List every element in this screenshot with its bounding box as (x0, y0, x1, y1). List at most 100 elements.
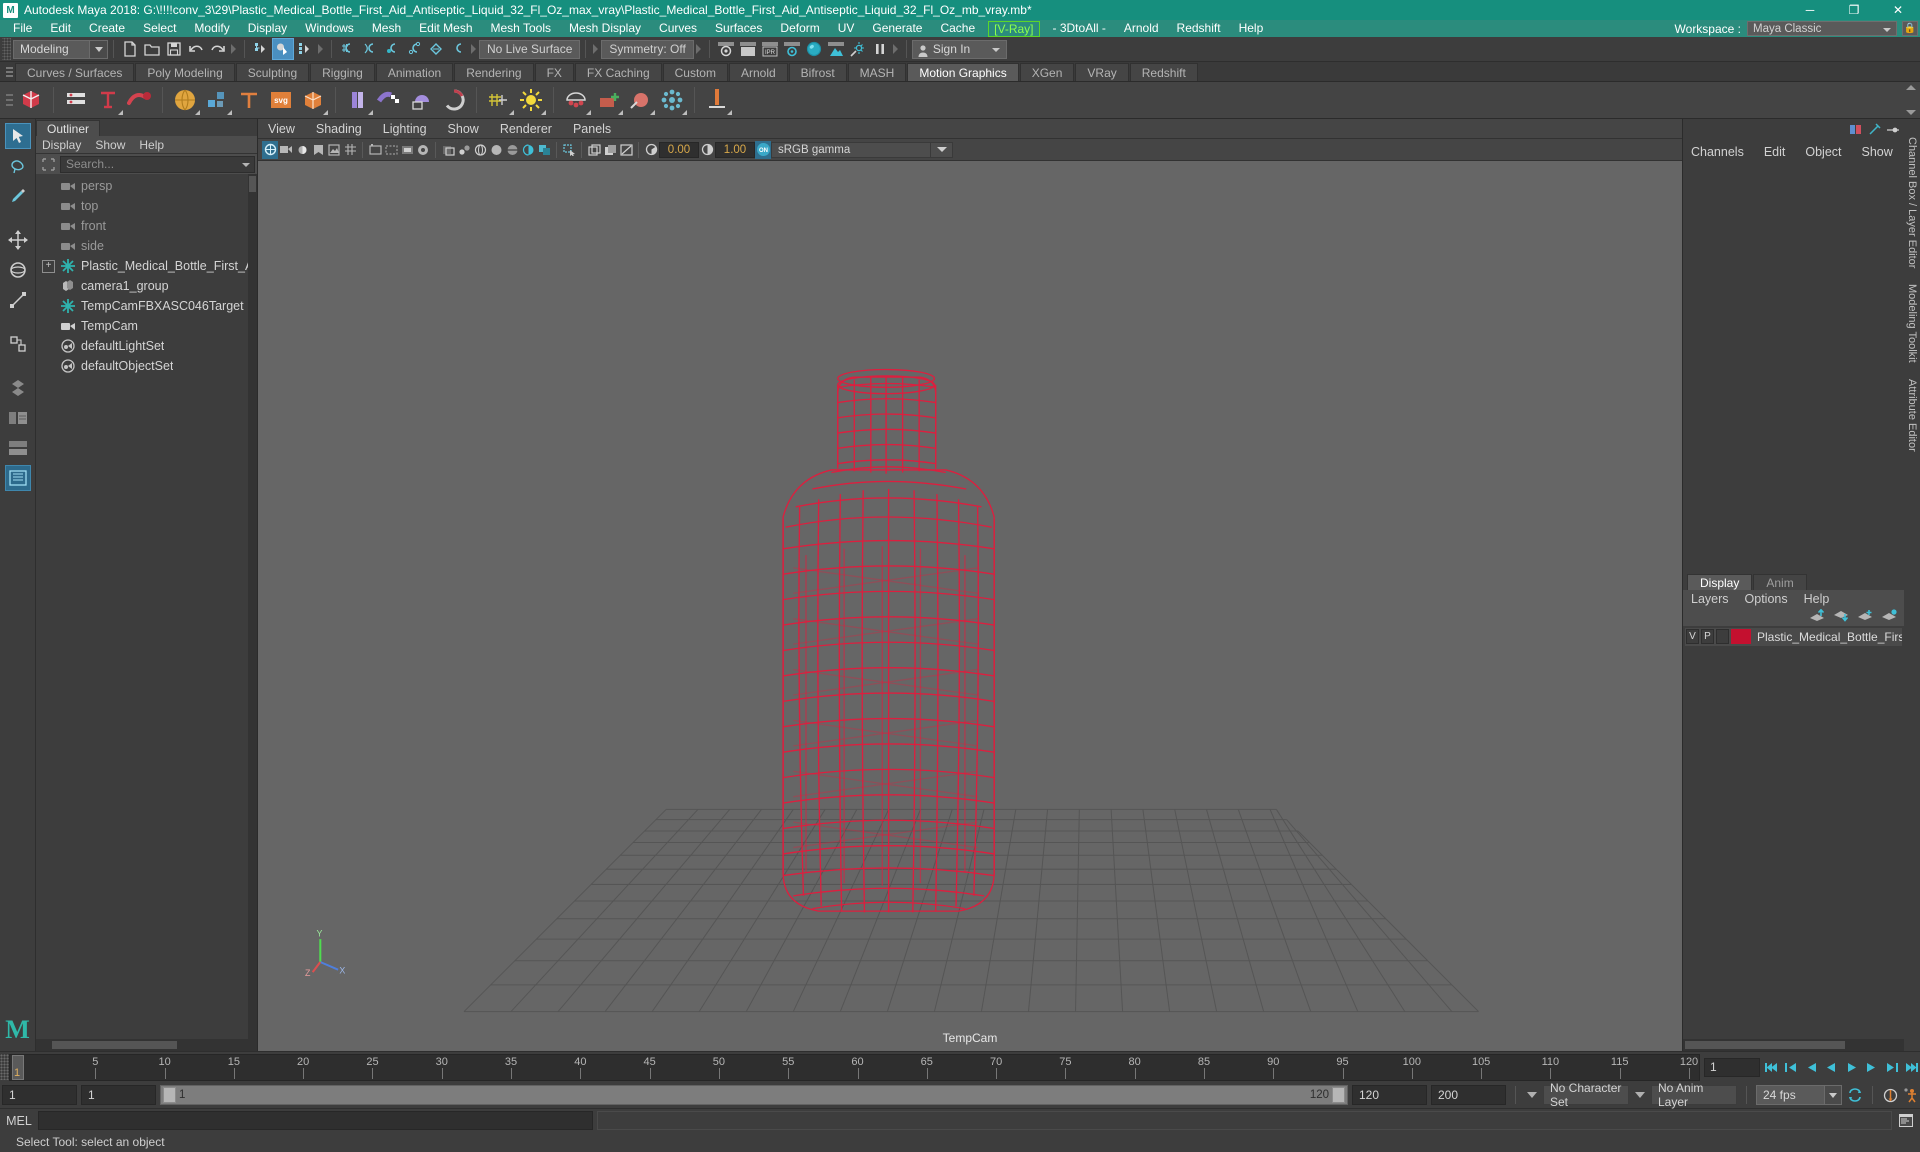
shelf-tab-redshift[interactable]: Redshift (1130, 63, 1198, 81)
collapse-arrow-icon[interactable] (694, 39, 704, 59)
maximize-button[interactable]: ❐ (1832, 0, 1876, 20)
shelf-options-triangle[interactable] (727, 110, 732, 115)
shelf-tab-fx[interactable]: FX (535, 63, 574, 81)
mash-text-icon[interactable] (92, 84, 124, 116)
exposure-icon[interactable] (415, 141, 431, 159)
resolution-gate-icon[interactable] (383, 141, 399, 159)
outliner-scroll-thumb[interactable] (249, 176, 256, 192)
step-back-key-icon[interactable] (1783, 1058, 1800, 1077)
step-back-frame-icon[interactable] (1803, 1058, 1820, 1077)
menu-redshift[interactable]: Redshift (1168, 20, 1230, 37)
step-forward-frame-icon[interactable] (1863, 1058, 1880, 1077)
hardware-texturing-icon[interactable] (602, 141, 618, 159)
shelf-options-triangle[interactable] (323, 110, 328, 115)
move-layer-down-icon[interactable] (1833, 609, 1850, 625)
range-slider[interactable]: 1 120 (160, 1085, 1348, 1105)
snap-to-projected-center-icon[interactable] (403, 38, 425, 60)
collapse-arrow-icon[interactable] (891, 39, 901, 59)
snap-to-curve-icon[interactable] (359, 38, 381, 60)
menu-uv[interactable]: UV (829, 20, 864, 37)
isolate-select-icon[interactable] (561, 141, 577, 159)
viewport-menu-shading[interactable]: Shading (316, 122, 362, 136)
close-button[interactable]: ✕ (1876, 0, 1920, 20)
menu-curves[interactable]: Curves (650, 20, 706, 37)
shelf-options-triangle[interactable] (368, 110, 373, 115)
bifrost-accelerator-icon[interactable] (701, 84, 733, 116)
select-by-object-type-icon[interactable] (272, 38, 294, 60)
playback-speed-dropdown[interactable]: 24 fps (1756, 1085, 1842, 1105)
range-end-handle[interactable] (1332, 1087, 1345, 1103)
lasso-select-tool-icon[interactable] (5, 153, 31, 179)
mash-checker-icon[interactable] (374, 84, 406, 116)
shelf-tab-custom[interactable]: Custom (663, 63, 728, 81)
collapse-arrow-icon[interactable] (229, 39, 239, 59)
texture-mode-icon[interactable] (586, 141, 602, 159)
exposure-value-field[interactable]: 0.00 (659, 142, 699, 158)
select-by-hierarchy-icon[interactable] (250, 38, 272, 60)
menu-display[interactable]: Display (239, 20, 296, 37)
bifrost-emitter-icon[interactable] (592, 84, 624, 116)
shelf-options-triangle[interactable] (650, 110, 655, 115)
layer-menu-options[interactable]: Options (1745, 592, 1788, 606)
anim-start-field[interactable]: 1 (81, 1085, 156, 1105)
outliner-item-top[interactable]: top (36, 196, 257, 216)
shelf-options-triangle[interactable] (682, 110, 687, 115)
channel-box-menu-channels[interactable]: Channels (1691, 145, 1744, 159)
shelf-tab-mash[interactable]: MASH (848, 63, 907, 81)
image-plane-icon[interactable] (326, 141, 342, 159)
mel-label[interactable]: MEL (4, 1114, 34, 1128)
channel-box-menu-show[interactable]: Show (1862, 145, 1893, 159)
shelf-options-triangle[interactable] (586, 110, 591, 115)
hypershade-icon[interactable] (803, 38, 825, 60)
layout-persp-graph-icon[interactable] (5, 435, 31, 461)
lock-icon[interactable]: 🔒 (1902, 21, 1918, 36)
outliner-item-default-light-set[interactable]: defaultLightSet (36, 336, 257, 356)
menu-mesh[interactable]: Mesh (363, 20, 410, 37)
shelf-tab-arnold[interactable]: Arnold (729, 63, 788, 81)
shelf-tab-xgen[interactable]: XGen (1020, 63, 1075, 81)
layer-tab-display[interactable]: Display (1687, 574, 1752, 590)
render-view-icon[interactable] (825, 38, 847, 60)
xray-joints-icon[interactable] (456, 141, 472, 159)
outliner-item-tempcam-target[interactable]: TempCamFBXASC046Target (36, 296, 257, 316)
save-scene-icon[interactable] (163, 38, 185, 60)
layer-visibility-toggle[interactable]: V (1686, 629, 1699, 644)
layout-persp-outliner-icon[interactable] (5, 405, 31, 431)
channel-box-menu-object[interactable]: Object (1805, 145, 1841, 159)
menu-generate[interactable]: Generate (863, 20, 931, 37)
xray-mode-icon[interactable] (440, 141, 456, 159)
menu-3dtoall[interactable]: - 3DtoAll - (1044, 20, 1115, 37)
symmetry-field[interactable]: Symmetry: Off (601, 40, 693, 59)
camera-attributes-icon[interactable] (278, 141, 294, 159)
viewport-menu-panels[interactable]: Panels (573, 122, 611, 136)
shelf-gripper[interactable] (4, 85, 15, 115)
mash-network-icon[interactable] (15, 84, 47, 116)
chevron-down-icon[interactable] (931, 142, 953, 158)
shelf-tab-bifrost[interactable]: Bifrost (789, 63, 847, 81)
select-tool-icon[interactable] (5, 123, 31, 149)
vtab-attribute-editor[interactable]: Attribute Editor (1906, 371, 1918, 460)
shelf-tab-motion-graphics[interactable]: Motion Graphics (907, 63, 1018, 81)
mash-text-tool-icon[interactable] (233, 84, 265, 116)
exposure-dial-icon[interactable] (643, 141, 659, 159)
redo-icon[interactable] (207, 38, 229, 60)
outliner-item-side[interactable]: side (36, 236, 257, 256)
menu-edit-mesh[interactable]: Edit Mesh (410, 20, 481, 37)
viewport-menu-renderer[interactable]: Renderer (500, 122, 552, 136)
shelf-options-triangle[interactable] (509, 110, 514, 115)
statusline-gripper[interactable] (2, 38, 11, 60)
layer-tab-anim[interactable]: Anim (1753, 574, 1806, 590)
shelf-tab-vray[interactable]: VRay (1075, 63, 1128, 81)
outliner-menu-show[interactable]: Show (95, 138, 125, 152)
layer-playback-toggle[interactable]: P (1701, 629, 1714, 644)
make-live-icon[interactable] (447, 38, 469, 60)
anim-layer-dropdown-arrow[interactable] (1633, 1085, 1647, 1105)
viewport-menu-view[interactable]: View (268, 122, 295, 136)
smooth-shade-all-icon[interactable] (488, 141, 504, 159)
gamma-value-field[interactable]: 1.00 (715, 142, 755, 158)
shelf-tab-animation[interactable]: Animation (376, 63, 453, 81)
tool-settings-icon[interactable] (1886, 123, 1900, 139)
shelf-options-triangle[interactable] (195, 110, 200, 115)
menu-edit[interactable]: Edit (41, 20, 80, 37)
outliner-item-plastic-medical-bottle[interactable]: + Plastic_Medical_Bottle_First_Aid_Anti (36, 256, 257, 276)
